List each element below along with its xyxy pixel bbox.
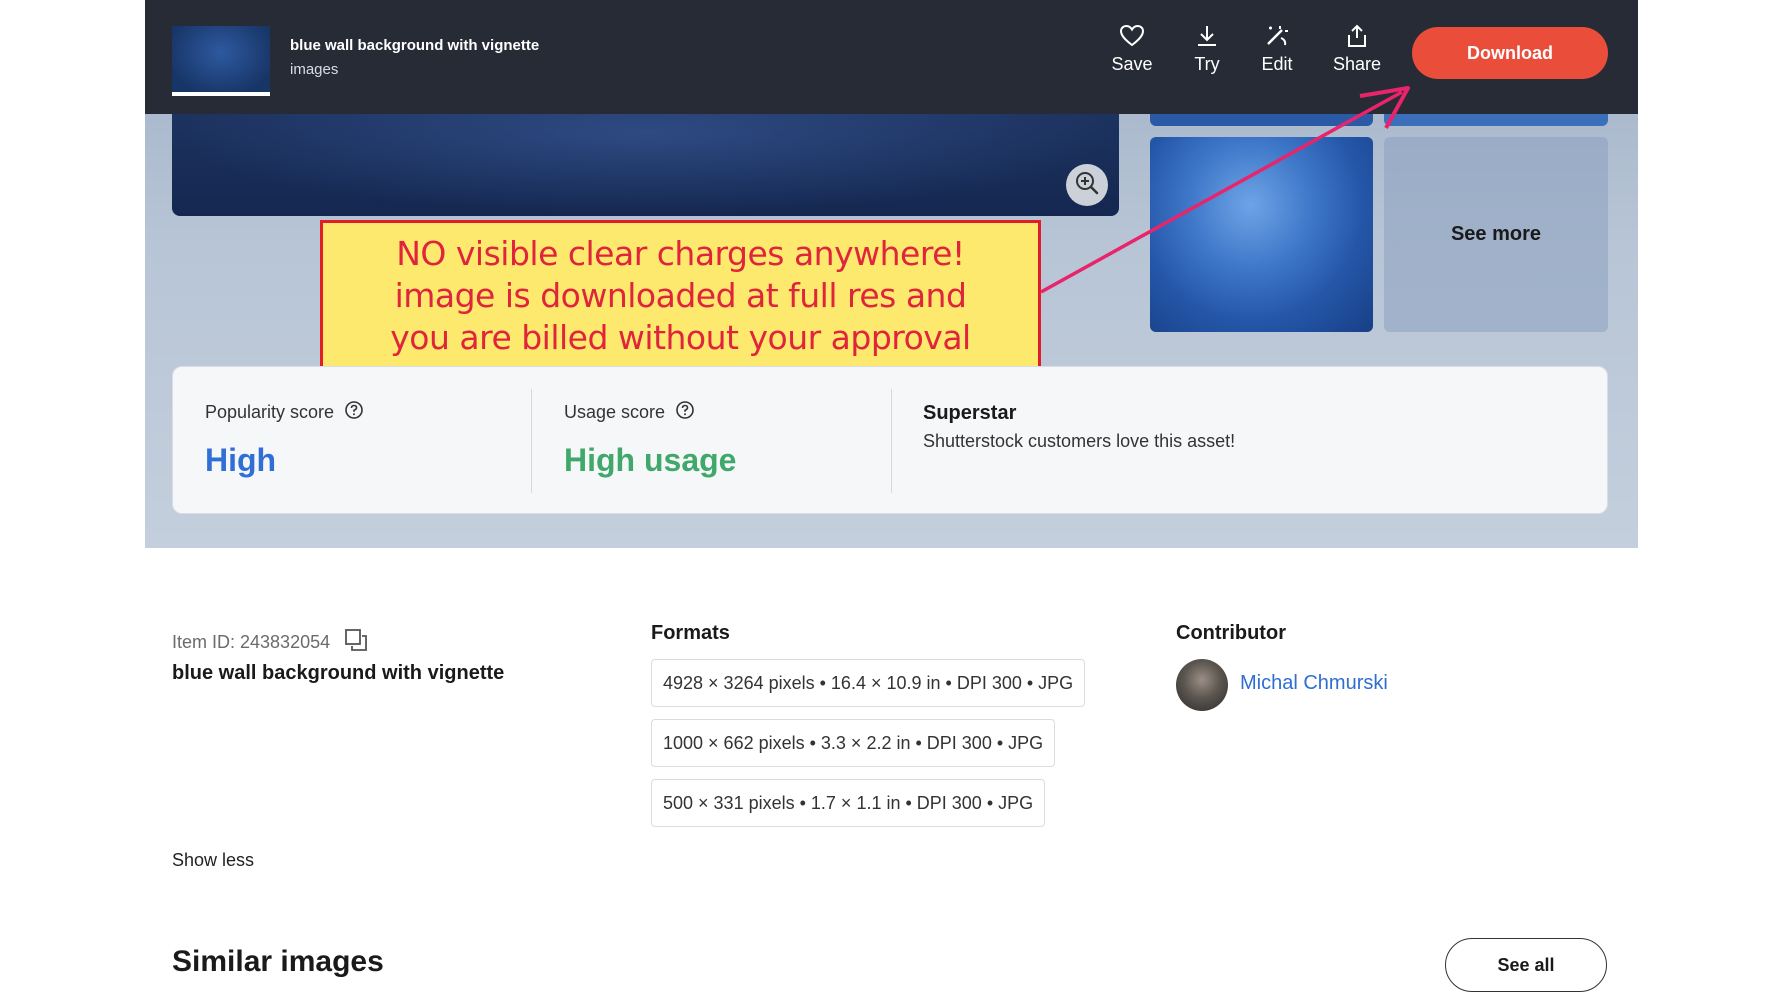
divider <box>891 389 892 493</box>
item-id-text: Item ID: 243832054 <box>172 632 331 652</box>
usage-score-value: High usage <box>564 442 737 478</box>
score-card: Popularity score High Usage score High u… <box>172 366 1608 514</box>
superstar-text: Shutterstock customers love this asset! <box>923 431 1236 451</box>
superstar-title: Superstar <box>923 402 1017 424</box>
avatar[interactable] <box>1176 659 1228 711</box>
share-button[interactable]: Share <box>1322 24 1392 75</box>
thumbnail-image[interactable] <box>1150 137 1373 332</box>
help-icon[interactable] <box>344 400 364 425</box>
see-all-button[interactable]: See all <box>1445 938 1607 992</box>
image-thumbnail <box>172 26 270 96</box>
item-title: blue wall background with vignette <box>172 662 505 684</box>
show-less-link[interactable]: Show less <box>172 850 254 871</box>
help-icon[interactable] <box>675 400 695 425</box>
download-button[interactable]: Download <box>1412 27 1608 79</box>
popularity-score-label: Popularity score <box>205 400 364 425</box>
save-button[interactable]: Save <box>1097 24 1167 75</box>
zoom-in-icon <box>1074 170 1100 201</box>
edit-wand-icon <box>1242 24 1312 48</box>
similar-images-title: Similar images <box>172 945 384 978</box>
zoom-button[interactable] <box>1066 164 1108 206</box>
see-more-label: See more <box>1450 223 1542 245</box>
annotation-text: NO visible clear charges anywhere! image… <box>390 233 971 357</box>
image-title: blue wall background with vignette <box>290 37 540 54</box>
formats-title: Formats <box>651 622 730 644</box>
heart-icon <box>1097 24 1167 48</box>
main-image-preview[interactable] <box>172 112 1119 216</box>
share-label: Share <box>1332 54 1382 74</box>
try-button[interactable]: Try <box>1172 24 1242 75</box>
image-type: images <box>290 61 339 78</box>
top-bar: blue wall background with vignette image… <box>145 0 1638 114</box>
contributor-title: Contributor <box>1176 622 1286 644</box>
save-label: Save <box>1111 54 1153 74</box>
usage-label-text: Usage score <box>564 402 666 422</box>
edit-button[interactable]: Edit <box>1242 24 1312 75</box>
annotation-callout: NO visible clear charges anywhere! image… <box>320 220 1041 371</box>
contributor-name-link[interactable]: Michal Chmurski <box>1240 672 1388 695</box>
thumbnail-image[interactable] <box>1384 112 1608 126</box>
see-more-tile[interactable]: See more <box>1384 137 1608 332</box>
copy-icon[interactable] <box>344 628 368 657</box>
format-option[interactable]: 500 × 331 pixels • 1.7 × 1.1 in • DPI 30… <box>651 779 1046 827</box>
format-option[interactable]: 1000 × 662 pixels • 3.3 × 2.2 in • DPI 3… <box>651 719 1056 767</box>
usage-score-label: Usage score <box>564 400 695 425</box>
try-label: Try <box>1194 54 1220 74</box>
thumbnail-image[interactable] <box>1150 112 1373 126</box>
item-id: Item ID: 243832054 <box>172 628 368 657</box>
popularity-label-text: Popularity score <box>205 402 335 422</box>
download-arrow-icon <box>1172 24 1242 48</box>
edit-label: Edit <box>1261 54 1293 74</box>
popularity-score-value: High <box>205 442 277 478</box>
share-icon <box>1322 24 1392 48</box>
divider <box>531 389 532 493</box>
format-option[interactable]: 4928 × 3264 pixels • 16.4 × 10.9 in • DP… <box>651 659 1086 707</box>
